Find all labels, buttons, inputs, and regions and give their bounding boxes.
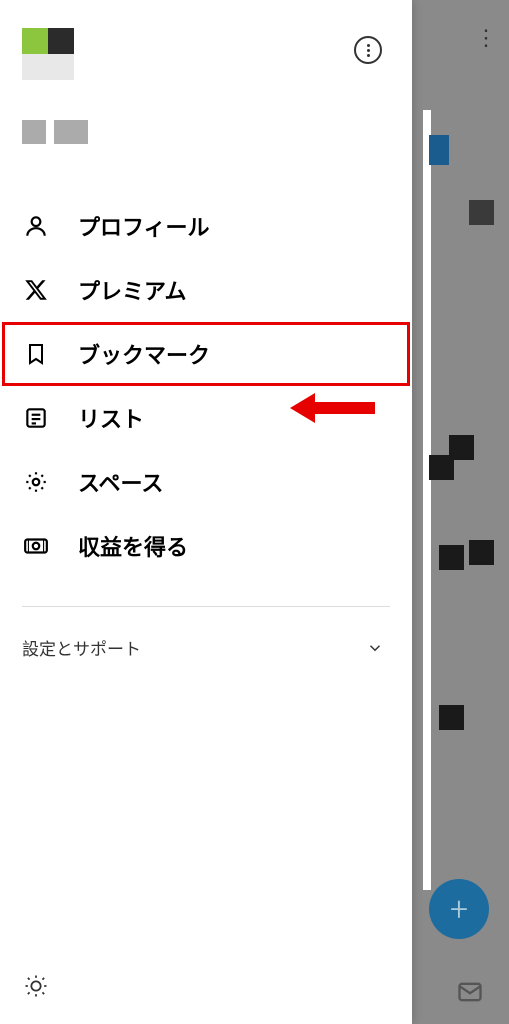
nav-label: プロフィール xyxy=(78,210,210,242)
nav-item-premium[interactable]: プレミアム xyxy=(0,258,412,322)
monetization-icon xyxy=(22,532,50,560)
settings-label: 設定とサポート xyxy=(22,635,141,660)
plus-icon: + xyxy=(450,890,468,928)
censored-block xyxy=(469,200,494,225)
censored-block xyxy=(429,135,449,165)
nav-label: ブックマーク xyxy=(78,338,210,370)
drawer-footer xyxy=(0,972,412,1024)
censored-block xyxy=(439,705,464,730)
drawer-header xyxy=(0,0,412,164)
spaces-icon xyxy=(22,468,50,496)
username-display xyxy=(22,120,390,144)
nav-item-spaces[interactable]: スペース xyxy=(0,450,412,514)
nav-label: スペース xyxy=(78,466,163,498)
settings-support-row[interactable]: 設定とサポート xyxy=(0,607,412,660)
censored-block xyxy=(439,545,464,570)
overflow-menu-icon[interactable]: ⋮ xyxy=(475,26,497,51)
mail-icon[interactable] xyxy=(456,978,484,1006)
nav-item-bookmarks[interactable]: ブックマーク xyxy=(2,322,410,386)
navigation-drawer: プロフィール プレミアム ブックマーク xyxy=(0,0,412,1024)
chevron-down-icon xyxy=(366,639,384,657)
nav-item-monetization[interactable]: 収益を得る xyxy=(0,514,412,578)
list-icon xyxy=(22,404,50,432)
censored-block xyxy=(469,540,494,565)
annotation-arrow-icon xyxy=(290,388,380,428)
censored-block xyxy=(449,435,474,460)
theme-toggle-icon[interactable] xyxy=(22,972,412,1000)
nav-label: 収益を得る xyxy=(78,530,188,562)
account-switcher-icon[interactable] xyxy=(354,36,382,64)
nav-label: リスト xyxy=(78,402,144,434)
person-icon xyxy=(22,212,50,240)
x-logo-icon xyxy=(22,276,50,304)
nav-list: プロフィール プレミアム ブックマーク xyxy=(0,164,412,578)
compose-fab[interactable]: + xyxy=(429,879,489,939)
nav-item-profile[interactable]: プロフィール xyxy=(0,194,412,258)
nav-label: プレミアム xyxy=(78,274,186,306)
bookmark-icon xyxy=(22,340,50,368)
avatar[interactable] xyxy=(22,28,74,80)
background-strip xyxy=(423,110,431,890)
